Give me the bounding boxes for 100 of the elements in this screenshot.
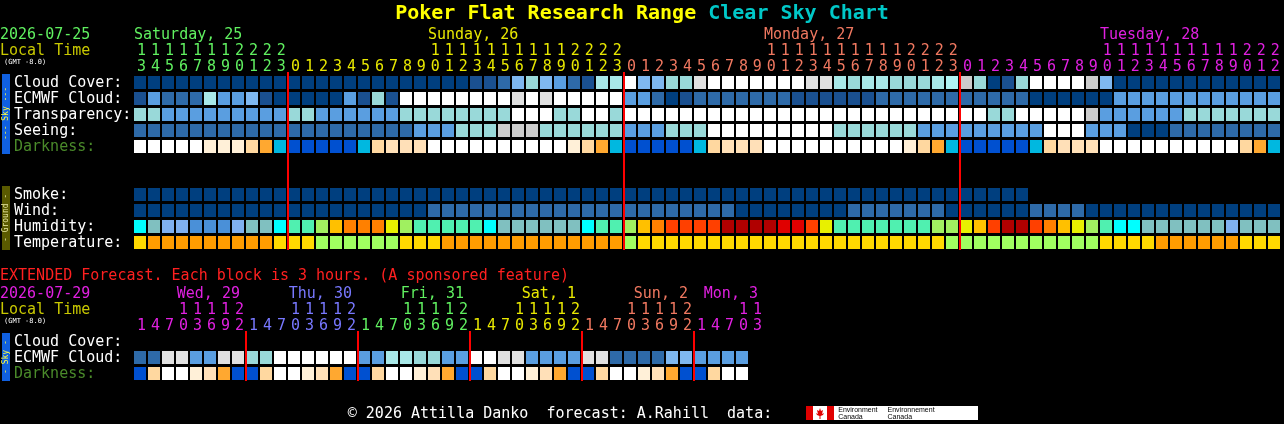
time-label: Local Time bbox=[0, 301, 91, 317]
hour-label: 7 bbox=[388, 58, 398, 74]
hour-label: 17 bbox=[1200, 42, 1210, 74]
hour-label: 0 bbox=[291, 58, 300, 74]
hour-label: 4 bbox=[263, 317, 272, 333]
hour-label: 9 bbox=[752, 58, 762, 74]
hour-label: 18 bbox=[542, 42, 552, 74]
row-label: Cloud Cover: bbox=[14, 74, 124, 90]
hour-label: 8 bbox=[738, 58, 748, 74]
hour-label: 15 bbox=[500, 42, 510, 74]
hour-label: 4 bbox=[1018, 58, 1028, 74]
hour-label: 2 bbox=[654, 58, 664, 74]
hour-label: 4 bbox=[375, 317, 384, 333]
hour-label: 15 bbox=[1172, 42, 1182, 74]
hour-label: 1 bbox=[697, 317, 706, 333]
row-label: Cloud Cover: bbox=[14, 333, 124, 349]
hour-label: 8 bbox=[1074, 58, 1084, 74]
hour-label: 6 bbox=[374, 58, 384, 74]
hour-label: 1 bbox=[361, 317, 370, 333]
hour-label: 3 bbox=[668, 58, 678, 74]
hour-label: 10 bbox=[1102, 42, 1112, 74]
hour-label: 14 bbox=[151, 42, 160, 74]
hour-label: 7 bbox=[1060, 58, 1070, 74]
hour-label: 16 bbox=[1186, 42, 1196, 74]
midnight-line bbox=[581, 331, 583, 381]
hour-label: 7 bbox=[388, 317, 398, 333]
hour-label: 0 bbox=[963, 58, 972, 74]
hour-label: 19 bbox=[220, 301, 230, 333]
hour-label: 2 bbox=[318, 58, 328, 74]
hour-label: 21 bbox=[920, 42, 930, 74]
midnight-line bbox=[693, 331, 695, 381]
hour-label: 18 bbox=[878, 42, 888, 74]
row-label: Transparency: bbox=[14, 106, 133, 122]
hour-label: 19 bbox=[892, 42, 902, 74]
hour-label: 13 bbox=[808, 42, 818, 74]
day-label: Sun, 2 bbox=[633, 285, 688, 301]
hour-label: 12 bbox=[794, 42, 804, 74]
hour-label: 10 bbox=[290, 301, 300, 333]
hour-label: 22 bbox=[570, 301, 580, 333]
hour-label: 12 bbox=[458, 42, 468, 74]
midnight-line bbox=[469, 331, 471, 381]
hour-label: 13 bbox=[416, 301, 426, 333]
hour-label: 21 bbox=[584, 42, 594, 74]
hour-label: 14 bbox=[486, 42, 496, 74]
hour-label: 19 bbox=[556, 301, 566, 333]
row-label: Temperature: bbox=[14, 234, 124, 250]
hour-label: 4 bbox=[599, 317, 608, 333]
hour-label: 16 bbox=[206, 301, 216, 333]
hour-label: 16 bbox=[318, 301, 328, 333]
row-label: ECMWF Cloud: bbox=[14, 90, 124, 106]
day-label: Mon, 3 bbox=[703, 285, 758, 301]
hour-label: 1 bbox=[305, 58, 314, 74]
hour-label: 22 bbox=[346, 301, 356, 333]
hour-label: 16 bbox=[514, 42, 524, 74]
day-label: Saturday, 25 bbox=[134, 26, 243, 42]
hour-label: 3 bbox=[332, 58, 342, 74]
hour-label: 13 bbox=[640, 301, 650, 333]
row-label: Smoke: bbox=[14, 186, 70, 202]
hour-label: 10 bbox=[766, 42, 776, 74]
hour-label: 4 bbox=[711, 317, 720, 333]
hour-label: 18 bbox=[1214, 42, 1224, 74]
row-label: Seeing: bbox=[14, 122, 78, 138]
hour-label: 3 bbox=[1004, 58, 1014, 74]
forecast-date: 2026-07-29 bbox=[0, 285, 91, 301]
site-name: Poker Flat Research Range bbox=[395, 0, 697, 24]
time-label: Local Time bbox=[0, 42, 91, 58]
hour-label: 19 bbox=[220, 42, 230, 74]
hour-label: 19 bbox=[332, 301, 342, 333]
hour-label: 23 bbox=[276, 42, 286, 74]
hour-label: 14 bbox=[822, 42, 832, 74]
hour-label: 5 bbox=[360, 58, 370, 74]
hour-label: 7 bbox=[724, 317, 734, 333]
hour-label: 10 bbox=[514, 301, 524, 333]
hour-label: 4 bbox=[487, 317, 496, 333]
hour-label: 10 bbox=[402, 301, 412, 333]
day-label: Tuesday, 28 bbox=[1100, 26, 1200, 42]
hour-label: 17 bbox=[528, 42, 538, 74]
midnight-line bbox=[245, 331, 247, 381]
hour-label: 13 bbox=[137, 42, 146, 74]
hour-label: 14 bbox=[1158, 42, 1168, 74]
hour-label: 1 bbox=[641, 58, 650, 74]
day-label: Sunday, 26 bbox=[428, 26, 519, 42]
hour-label: 22 bbox=[234, 301, 244, 333]
hour-label: 7 bbox=[164, 317, 174, 333]
row-label: ECMWF Cloud: bbox=[14, 349, 124, 365]
hour-label: 16 bbox=[850, 42, 860, 74]
hour-label: 16 bbox=[542, 301, 552, 333]
hour-label: 11 bbox=[1116, 42, 1126, 74]
hour-label: 7 bbox=[500, 317, 510, 333]
hour-label: 8 bbox=[402, 58, 412, 74]
chart-name: Clear Sky Chart bbox=[708, 0, 889, 24]
hour-label: 13 bbox=[528, 301, 538, 333]
hour-label: 4 bbox=[346, 58, 356, 74]
hour-label: 19 bbox=[1228, 42, 1238, 74]
hour-label: 5 bbox=[1032, 58, 1042, 74]
hour-label: 19 bbox=[668, 301, 678, 333]
hour-label: 5 bbox=[696, 58, 706, 74]
hour-label: 0 bbox=[627, 58, 636, 74]
hour-label: 7 bbox=[724, 58, 734, 74]
hour-label: 20 bbox=[234, 42, 244, 74]
